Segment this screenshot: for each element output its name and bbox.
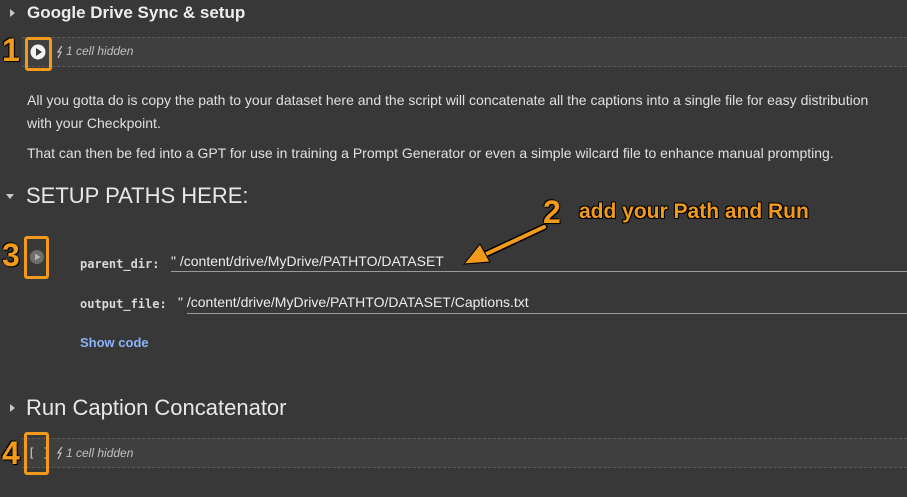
annotation-arrow-icon bbox=[462, 223, 548, 265]
section-title-setup-paths: SETUP PATHS HERE: bbox=[26, 183, 249, 208]
output-file-underline bbox=[187, 313, 907, 314]
annotation-callout: add your Path and Run bbox=[579, 200, 809, 223]
section-title-run-concatenator: Run Caption Concatenator bbox=[26, 395, 287, 420]
annotation-marker bbox=[25, 37, 52, 71]
text-cell-line: All you gotta do is copy the path to you… bbox=[27, 92, 869, 108]
caret-right-icon[interactable] bbox=[10, 404, 15, 412]
section-title-drive-sync: Google Drive Sync & setup bbox=[27, 3, 246, 22]
hidden-cells-bar[interactable] bbox=[22, 438, 907, 468]
show-code-link[interactable]: Show code bbox=[80, 335, 149, 350]
annotation-marker bbox=[24, 432, 49, 475]
output-file-label: output_file: bbox=[80, 297, 167, 311]
hidden-cell-icon bbox=[56, 446, 64, 465]
hidden-cell-label: 1 cell hidden bbox=[66, 446, 134, 460]
output-file-input[interactable]: " /content/drive/MyDrive/PATHTO/DATASET/… bbox=[178, 294, 529, 310]
caret-right-icon[interactable] bbox=[10, 9, 15, 17]
parent-dir-label: parent_dir: bbox=[80, 257, 160, 271]
text-cell-line: That can then be fed into a GPT for use … bbox=[27, 145, 834, 161]
annotation-number: 3 bbox=[2, 237, 20, 273]
annotation-number: 4 bbox=[2, 435, 20, 471]
hidden-cell-label: 1 cell hidden bbox=[66, 44, 134, 58]
hidden-cell-icon bbox=[56, 45, 64, 64]
parent-dir-input[interactable]: " /content/drive/MyDrive/PATHTO/DATASET bbox=[171, 253, 444, 269]
text-cell-line: with your Checkpoint. bbox=[27, 115, 161, 131]
caret-down-icon[interactable] bbox=[6, 194, 14, 199]
hidden-cells-bar[interactable] bbox=[22, 37, 907, 67]
annotation-marker bbox=[24, 236, 49, 279]
annotation-number: 1 bbox=[2, 32, 20, 68]
